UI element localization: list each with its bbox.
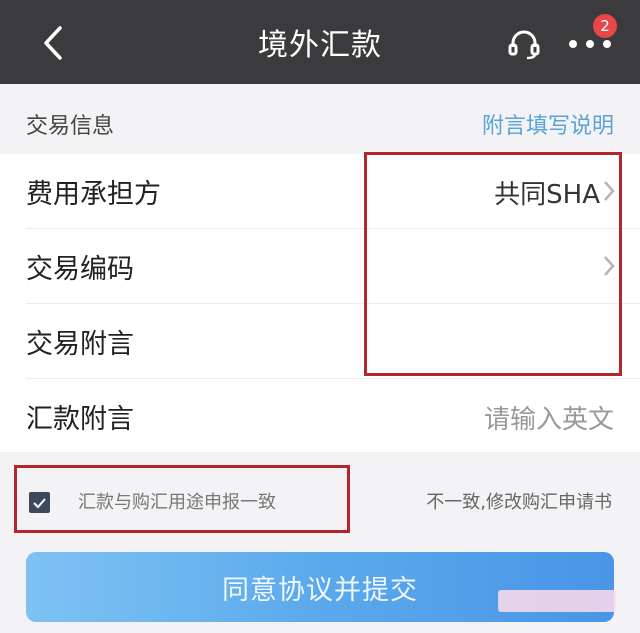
fee-bearer-label: 费用承担方 bbox=[26, 179, 161, 210]
navigation-bar: 境外汇款 2 bbox=[0, 0, 640, 84]
remittance-remark-input[interactable]: 请输入英文 bbox=[484, 399, 614, 436]
more-dots-icon bbox=[569, 40, 611, 48]
watermark bbox=[498, 590, 616, 612]
remark-instructions-link[interactable]: 附言填写说明 bbox=[482, 108, 614, 140]
section-header: 交易信息 附言填写说明 bbox=[0, 84, 640, 154]
remittance-remark-label: 汇款附言 bbox=[26, 404, 134, 435]
modify-application-link[interactable]: 不一致,修改购汇申请书 bbox=[426, 488, 612, 514]
notification-badge: 2 bbox=[593, 14, 617, 38]
highlight-box-values bbox=[364, 152, 622, 376]
remittance-remark-row[interactable]: 汇款附言 请输入英文 bbox=[0, 379, 640, 453]
headset-icon bbox=[508, 30, 540, 60]
transaction-remark-label: 交易附言 bbox=[26, 329, 134, 360]
transaction-code-label: 交易编码 bbox=[26, 254, 134, 285]
customer-service-button[interactable] bbox=[502, 22, 546, 66]
section-title: 交易信息 bbox=[26, 114, 115, 139]
highlight-box-agreement bbox=[14, 465, 350, 533]
